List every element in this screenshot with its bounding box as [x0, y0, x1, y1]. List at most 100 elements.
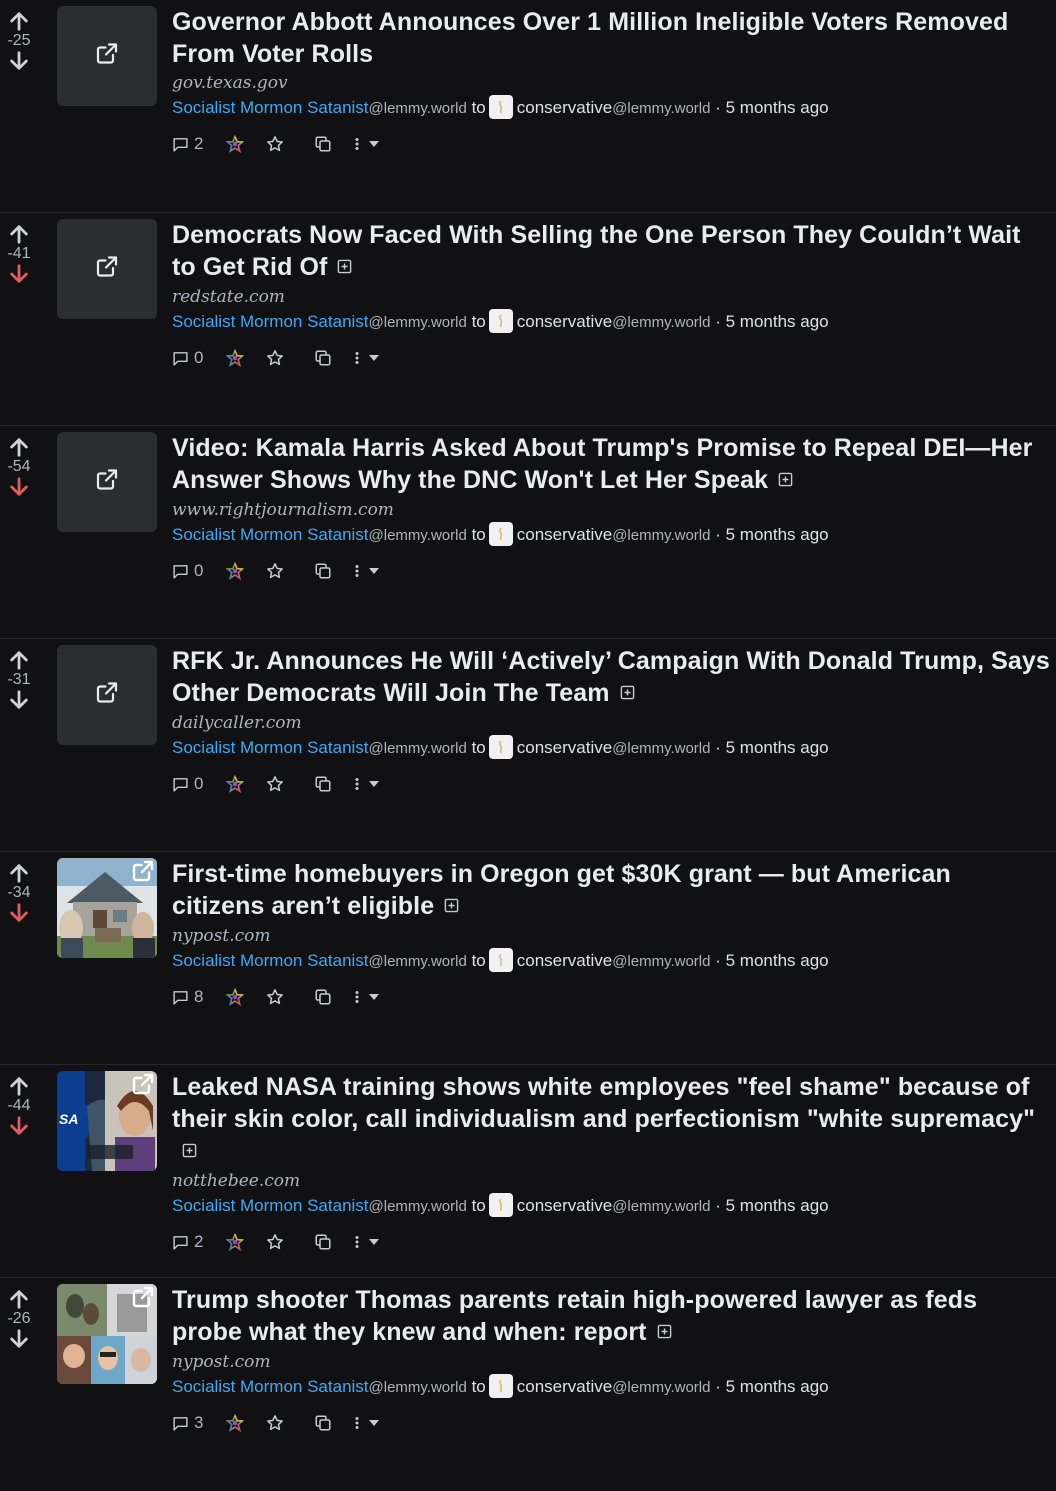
more-actions-button[interactable] [352, 775, 380, 793]
more-actions-button[interactable] [352, 135, 380, 153]
comments-button[interactable]: 0 [172, 348, 226, 368]
upvote-button[interactable] [8, 223, 30, 245]
fediverse-link[interactable] [226, 562, 266, 581]
save-button[interactable] [266, 135, 314, 153]
fediverse-link[interactable] [226, 349, 266, 368]
expand-button[interactable] [620, 676, 635, 708]
star-icon [267, 776, 283, 792]
post-thumbnail[interactable] [57, 219, 157, 319]
comments-button[interactable]: 2 [172, 134, 226, 154]
more-vertical-icon [355, 138, 359, 150]
author-link[interactable]: Socialist Mormon Satanist [172, 1196, 369, 1215]
downvote-button[interactable] [8, 50, 30, 72]
post-thumbnail[interactable] [57, 6, 157, 106]
fediverse-link[interactable] [226, 775, 266, 794]
community-link[interactable]: conservative [517, 738, 612, 757]
author-link[interactable]: Socialist Mormon Satanist [172, 738, 369, 757]
community-link[interactable]: conservative [517, 525, 612, 544]
post-domain[interactable]: notthebee.com [172, 1169, 1050, 1193]
post-domain[interactable]: www.rightjournalism.com [172, 498, 1050, 522]
more-actions-button[interactable] [352, 1233, 380, 1251]
post-thumbnail[interactable] [57, 432, 157, 532]
community-link[interactable]: conservative [517, 98, 612, 117]
crosspost-button[interactable] [314, 562, 352, 580]
post-thumbnail[interactable]: SA [57, 1071, 157, 1171]
external-link-icon [95, 255, 119, 284]
comment-count: 3 [194, 1413, 204, 1433]
more-actions-button[interactable] [352, 1414, 380, 1432]
post-domain[interactable]: redstate.com [172, 285, 1050, 309]
post-title[interactable]: Trump shooter Thomas parents retain high… [172, 1286, 977, 1346]
community-link[interactable]: conservative [517, 1377, 612, 1396]
upvote-button[interactable] [8, 862, 30, 884]
author-instance: @lemmy.world [368, 1198, 467, 1216]
save-button[interactable] [266, 988, 314, 1006]
save-button[interactable] [266, 1414, 314, 1432]
save-button[interactable] [266, 775, 314, 793]
more-actions-button[interactable] [352, 562, 380, 580]
author-link[interactable]: Socialist Mormon Satanist [172, 951, 369, 970]
author-link[interactable]: Socialist Mormon Satanist [172, 1377, 369, 1396]
vote-column: -34 [0, 862, 38, 924]
post-thumbnail[interactable] [57, 645, 157, 745]
downvote-button[interactable] [8, 1115, 30, 1137]
author-link[interactable]: Socialist Mormon Satanist [172, 98, 369, 117]
post-title[interactable]: Leaked NASA training shows white employe… [172, 1073, 1035, 1133]
post-title-container: First-time homebuyers in Oregon get $30K… [172, 858, 1050, 923]
crosspost-button[interactable] [314, 1414, 352, 1432]
crosspost-button[interactable] [314, 135, 352, 153]
upvote-button[interactable] [8, 10, 30, 32]
author-link[interactable]: Socialist Mormon Satanist [172, 525, 369, 544]
comments-button[interactable]: 8 [172, 987, 226, 1007]
downvote-button[interactable] [8, 263, 30, 285]
upvote-button[interactable] [8, 436, 30, 458]
fediverse-link[interactable] [226, 1414, 266, 1433]
save-button[interactable] [266, 1233, 314, 1251]
more-actions-button[interactable] [352, 349, 380, 367]
crosspost-button[interactable] [314, 775, 352, 793]
to-label: to [471, 951, 486, 971]
downvote-button[interactable] [8, 689, 30, 711]
community-link[interactable]: conservative [517, 951, 612, 970]
upvote-button[interactable] [8, 1075, 30, 1097]
downvote-button[interactable] [8, 476, 30, 498]
post-domain[interactable]: gov.texas.gov [172, 71, 1050, 95]
post-time: 5 months ago [725, 98, 829, 117]
post-domain[interactable]: dailycaller.com [172, 711, 1050, 735]
expand-button[interactable] [182, 1134, 197, 1166]
downvote-button[interactable] [8, 1328, 30, 1350]
post-title[interactable]: RFK Jr. Announces He Will ‘Actively’ Cam… [172, 647, 1050, 707]
post-domain[interactable]: nypost.com [172, 924, 1050, 948]
expand-button[interactable] [657, 1315, 672, 1347]
community-link[interactable]: conservative [517, 1196, 612, 1215]
comments-button[interactable]: 0 [172, 561, 226, 581]
post-title[interactable]: Democrats Now Faced With Selling the One… [172, 221, 1021, 281]
post-thumbnail[interactable] [57, 1284, 157, 1384]
comments-button[interactable]: 0 [172, 774, 226, 794]
post-title[interactable]: First-time homebuyers in Oregon get $30K… [172, 860, 951, 920]
comments-button[interactable]: 3 [172, 1413, 226, 1433]
post-title[interactable]: Governor Abbott Announces Over 1 Million… [172, 8, 1008, 68]
crosspost-button[interactable] [314, 1233, 352, 1251]
comments-button[interactable]: 2 [172, 1232, 226, 1252]
expand-button[interactable] [778, 463, 793, 495]
save-button[interactable] [266, 349, 314, 367]
expand-button[interactable] [444, 889, 459, 921]
crosspost-button[interactable] [314, 349, 352, 367]
fediverse-link[interactable] [226, 988, 266, 1007]
crosspost-button[interactable] [314, 988, 352, 1006]
fediverse-link[interactable] [226, 135, 266, 153]
community-link[interactable]: conservative [517, 312, 612, 331]
post-thumbnail[interactable] [57, 858, 157, 958]
fediverse-star-icon [226, 775, 244, 794]
post-domain[interactable]: nypost.com [172, 1350, 1050, 1374]
save-button[interactable] [266, 562, 314, 580]
downvote-button[interactable] [8, 902, 30, 924]
fediverse-link[interactable] [226, 1233, 266, 1252]
post-title[interactable]: Video: Kamala Harris Asked About Trump's… [172, 434, 1032, 494]
more-actions-button[interactable] [352, 988, 380, 1006]
expand-button[interactable] [337, 250, 352, 282]
upvote-button[interactable] [8, 649, 30, 671]
author-link[interactable]: Socialist Mormon Satanist [172, 312, 369, 331]
upvote-button[interactable] [8, 1288, 30, 1310]
